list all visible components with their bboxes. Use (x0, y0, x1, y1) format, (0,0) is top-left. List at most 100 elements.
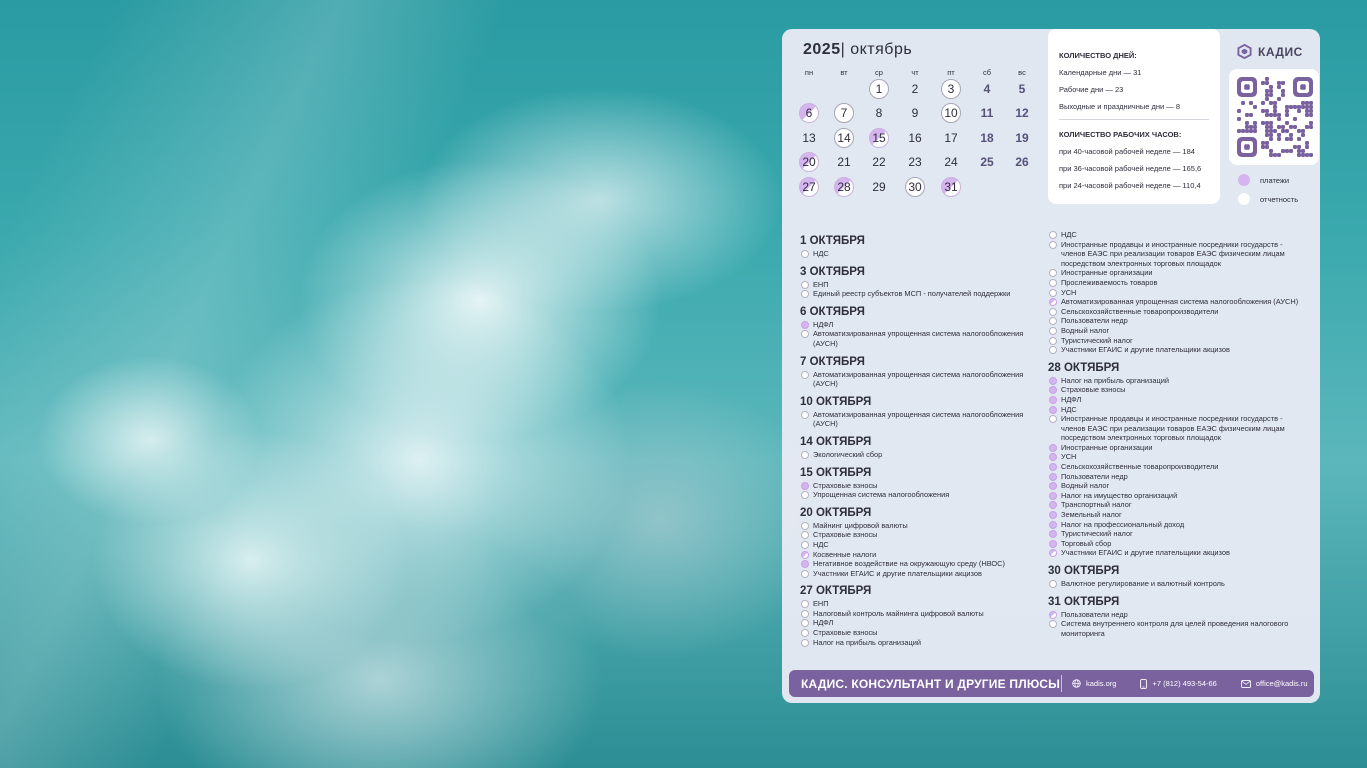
payment-dot-icon (1049, 405, 1057, 414)
footer-site-link[interactable]: kadis.org (1072, 679, 1116, 688)
weekday-label: чт (911, 68, 919, 77)
event-item-label: Сельскохозяйственные товаропроизводители (1061, 306, 1219, 316)
event-item-label: НДС (1061, 404, 1077, 414)
calendar-day[interactable]: 1 (869, 79, 889, 99)
report-dot-icon (801, 609, 809, 618)
footer-divider (1061, 675, 1062, 692)
calendar-day[interactable]: 16 (905, 128, 925, 148)
kadis-logo: КАДИС (1237, 44, 1303, 59)
event-item: Единый реестр субъектов МСП - получателе… (800, 289, 1040, 299)
event-item-label: Страховые взносы (813, 480, 878, 490)
calendar-day[interactable]: 26 (1012, 152, 1032, 172)
logo-text: КАДИС (1258, 44, 1303, 59)
report-dot-icon (801, 531, 809, 540)
event-date-header: 7 ОКТЯБРЯ (800, 355, 865, 368)
legend: платежи отчетность (1238, 174, 1298, 212)
calendar-day[interactable]: 12 (1012, 103, 1032, 123)
calendar-day[interactable]: 5 (1012, 79, 1032, 99)
report-dot-icon (1049, 269, 1057, 278)
report-dot-icon (1238, 193, 1250, 205)
calendar-day[interactable]: 4 (977, 79, 997, 99)
event-item-label: Страховые взносы (1061, 385, 1126, 395)
calendar-day[interactable]: 29 (869, 177, 889, 197)
calendar-day[interactable]: 9 (905, 103, 925, 123)
calendar-day[interactable]: 17 (941, 128, 961, 148)
calendar-day[interactable]: 8 (869, 103, 889, 123)
calendar-day[interactable]: 2 (905, 79, 925, 99)
calendar-day[interactable]: 13 (799, 128, 819, 148)
event-item: Иностранные продавцы и иностранные посре… (1048, 240, 1306, 269)
report-dot-icon (1049, 326, 1057, 335)
event-item: Упрощенная система налогообложения (800, 490, 1040, 500)
calendar-day[interactable]: 23 (905, 152, 925, 172)
hours-40: при 40-часовой рабочей неделе — 184 (1059, 147, 1195, 156)
event-item: Система внутреннего контроля для целей п… (1048, 619, 1306, 638)
event-item-label: Иностранные продавцы и иностранные посре… (1061, 239, 1285, 268)
legend-reports: отчетность (1238, 193, 1298, 205)
event-item: НДС (1048, 405, 1306, 415)
event-item-label: УСН (1061, 287, 1077, 297)
report-dot-icon (1049, 336, 1057, 345)
event-item-label: НДФЛ (813, 618, 834, 628)
report-dot-icon (801, 638, 809, 647)
event-item: НДС (800, 249, 1040, 259)
event-item-label: Система внутреннего контроля для целей п… (1061, 619, 1289, 638)
calendar-day[interactable]: 22 (869, 152, 889, 172)
calendar-day[interactable]: 10 (941, 103, 961, 123)
report-dot-icon (1049, 288, 1057, 297)
event-item: УСН (1048, 452, 1306, 462)
calendar-day[interactable]: 7 (834, 103, 854, 123)
calendar-day[interactable]: 14 (834, 128, 854, 148)
event-item: Сельскохозяйственные товаропроизводители (1048, 307, 1306, 317)
report-dot-icon (1049, 231, 1057, 239)
payment-dot-icon (1049, 530, 1057, 539)
event-date-header: 3 ОКТЯБРЯ (800, 265, 865, 278)
footer-phone: +7 (812) 493-54-66 (1152, 679, 1217, 688)
calendar-day[interactable]: 25 (977, 152, 997, 172)
payment-dot-icon (1049, 376, 1057, 385)
event-item-label: Автоматизированная упрощенная система на… (813, 369, 1024, 389)
calendar-day[interactable]: 20 (799, 152, 819, 172)
payment-dot-icon (1049, 443, 1057, 452)
event-date-header: 6 ОКТЯБРЯ (800, 305, 865, 318)
payment-dot-icon (1049, 491, 1057, 500)
calendar-day[interactable]: 18 (977, 128, 997, 148)
event-item: Иностранные продавцы и иностранные посре… (1048, 414, 1306, 443)
calendar-day[interactable]: 31 (941, 177, 961, 197)
event-item: Земельный налог (1048, 510, 1306, 520)
report-dot-icon (801, 540, 809, 549)
calendar-day[interactable]: 21 (834, 152, 854, 172)
days-count-header: КОЛИЧЕСТВО ДНЕЙ: (1059, 51, 1137, 60)
calendar-day[interactable]: 11 (977, 103, 997, 123)
event-item-label: Водный налог (1061, 325, 1110, 335)
footer-phone-link[interactable]: +7 (812) 493-54-66 (1140, 678, 1217, 689)
event-date-header: 30 ОКТЯБРЯ (1048, 565, 1120, 577)
qr-code[interactable] (1229, 69, 1319, 165)
event-item-label: Сельскохозяйственные товаропроизводители (1061, 462, 1219, 472)
event-item: Страховые взносы (800, 530, 1040, 540)
calendar-day[interactable]: 30 (905, 177, 925, 197)
calendar-day[interactable]: 27 (799, 177, 819, 197)
event-item: Страховые взносы (800, 481, 1040, 491)
calendar-day[interactable]: 24 (941, 152, 961, 172)
kadis-logo-icon (1237, 44, 1252, 59)
footer-email-link[interactable]: office@kadis.ru (1241, 679, 1308, 688)
calendar-day[interactable]: 28 (834, 177, 854, 197)
event-item-label: НДФЛ (1061, 394, 1082, 404)
payment-dot-icon (1049, 511, 1057, 520)
event-item-label: НДС (813, 249, 829, 258)
calendar-day[interactable]: 19 (1012, 128, 1032, 148)
event-item-label: Налог на прибыль организаций (813, 637, 922, 647)
event-item-label: Иностранные организации (1061, 442, 1153, 452)
event-item: Налог на имущество организаций (1048, 491, 1306, 501)
qr-code-icon (1237, 77, 1313, 157)
legend-reports-label: отчетность (1260, 194, 1299, 204)
report-dot-icon (1049, 415, 1057, 424)
mail-icon (1241, 679, 1251, 688)
calendar-day[interactable]: 15 (869, 128, 889, 148)
calendar-day[interactable]: 6 (799, 103, 819, 123)
background-light-rays (0, 0, 780, 768)
payment-dot-icon (1049, 453, 1057, 462)
calendar-day[interactable]: 3 (941, 79, 961, 99)
event-item: Налог на прибыль организаций (800, 638, 1040, 648)
